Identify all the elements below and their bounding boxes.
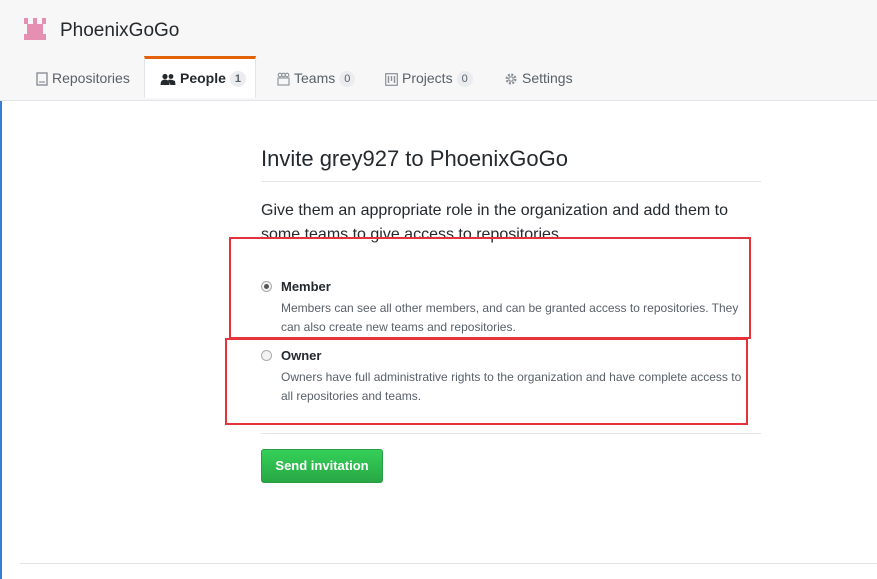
- org-tabs: Repositories People 1 Teams 0 Projects 0…: [0, 56, 877, 100]
- tab-teams[interactable]: Teams 0: [277, 57, 356, 99]
- footer-divider: [20, 563, 877, 564]
- repo-icon: [36, 72, 48, 86]
- tab-repositories[interactable]: Repositories: [36, 57, 130, 99]
- gear-icon: [505, 73, 517, 85]
- org-avatar-icon[interactable]: [22, 16, 48, 42]
- tab-label: Settings: [522, 70, 573, 86]
- tab-label: Teams: [294, 70, 336, 86]
- send-invitation-button[interactable]: Send invitation: [261, 449, 383, 483]
- tab-label: Projects: [402, 70, 453, 86]
- divider: [261, 433, 761, 434]
- teams-icon: [277, 72, 290, 86]
- tab-label: People: [180, 70, 226, 86]
- tab-people[interactable]: People 1: [144, 56, 256, 98]
- teams-count-badge: 0: [339, 71, 356, 88]
- highlight-box-owner: [225, 338, 748, 425]
- projects-count-badge: 0: [456, 71, 473, 88]
- project-icon: [385, 72, 398, 86]
- tab-settings[interactable]: Settings: [504, 57, 573, 99]
- org-name[interactable]: PhoenixGoGo: [60, 20, 179, 42]
- divider: [261, 181, 761, 182]
- people-count-badge: 1: [229, 71, 247, 88]
- tab-label: Repositories: [52, 70, 130, 86]
- tab-projects[interactable]: Projects 0: [385, 57, 473, 99]
- people-icon: [160, 73, 176, 85]
- org-header: PhoenixGoGo Repositories People 1 Teams 0: [0, 0, 877, 101]
- page-title: Invite grey927 to PhoenixGoGo: [261, 146, 568, 171]
- highlight-box-member: [229, 237, 751, 339]
